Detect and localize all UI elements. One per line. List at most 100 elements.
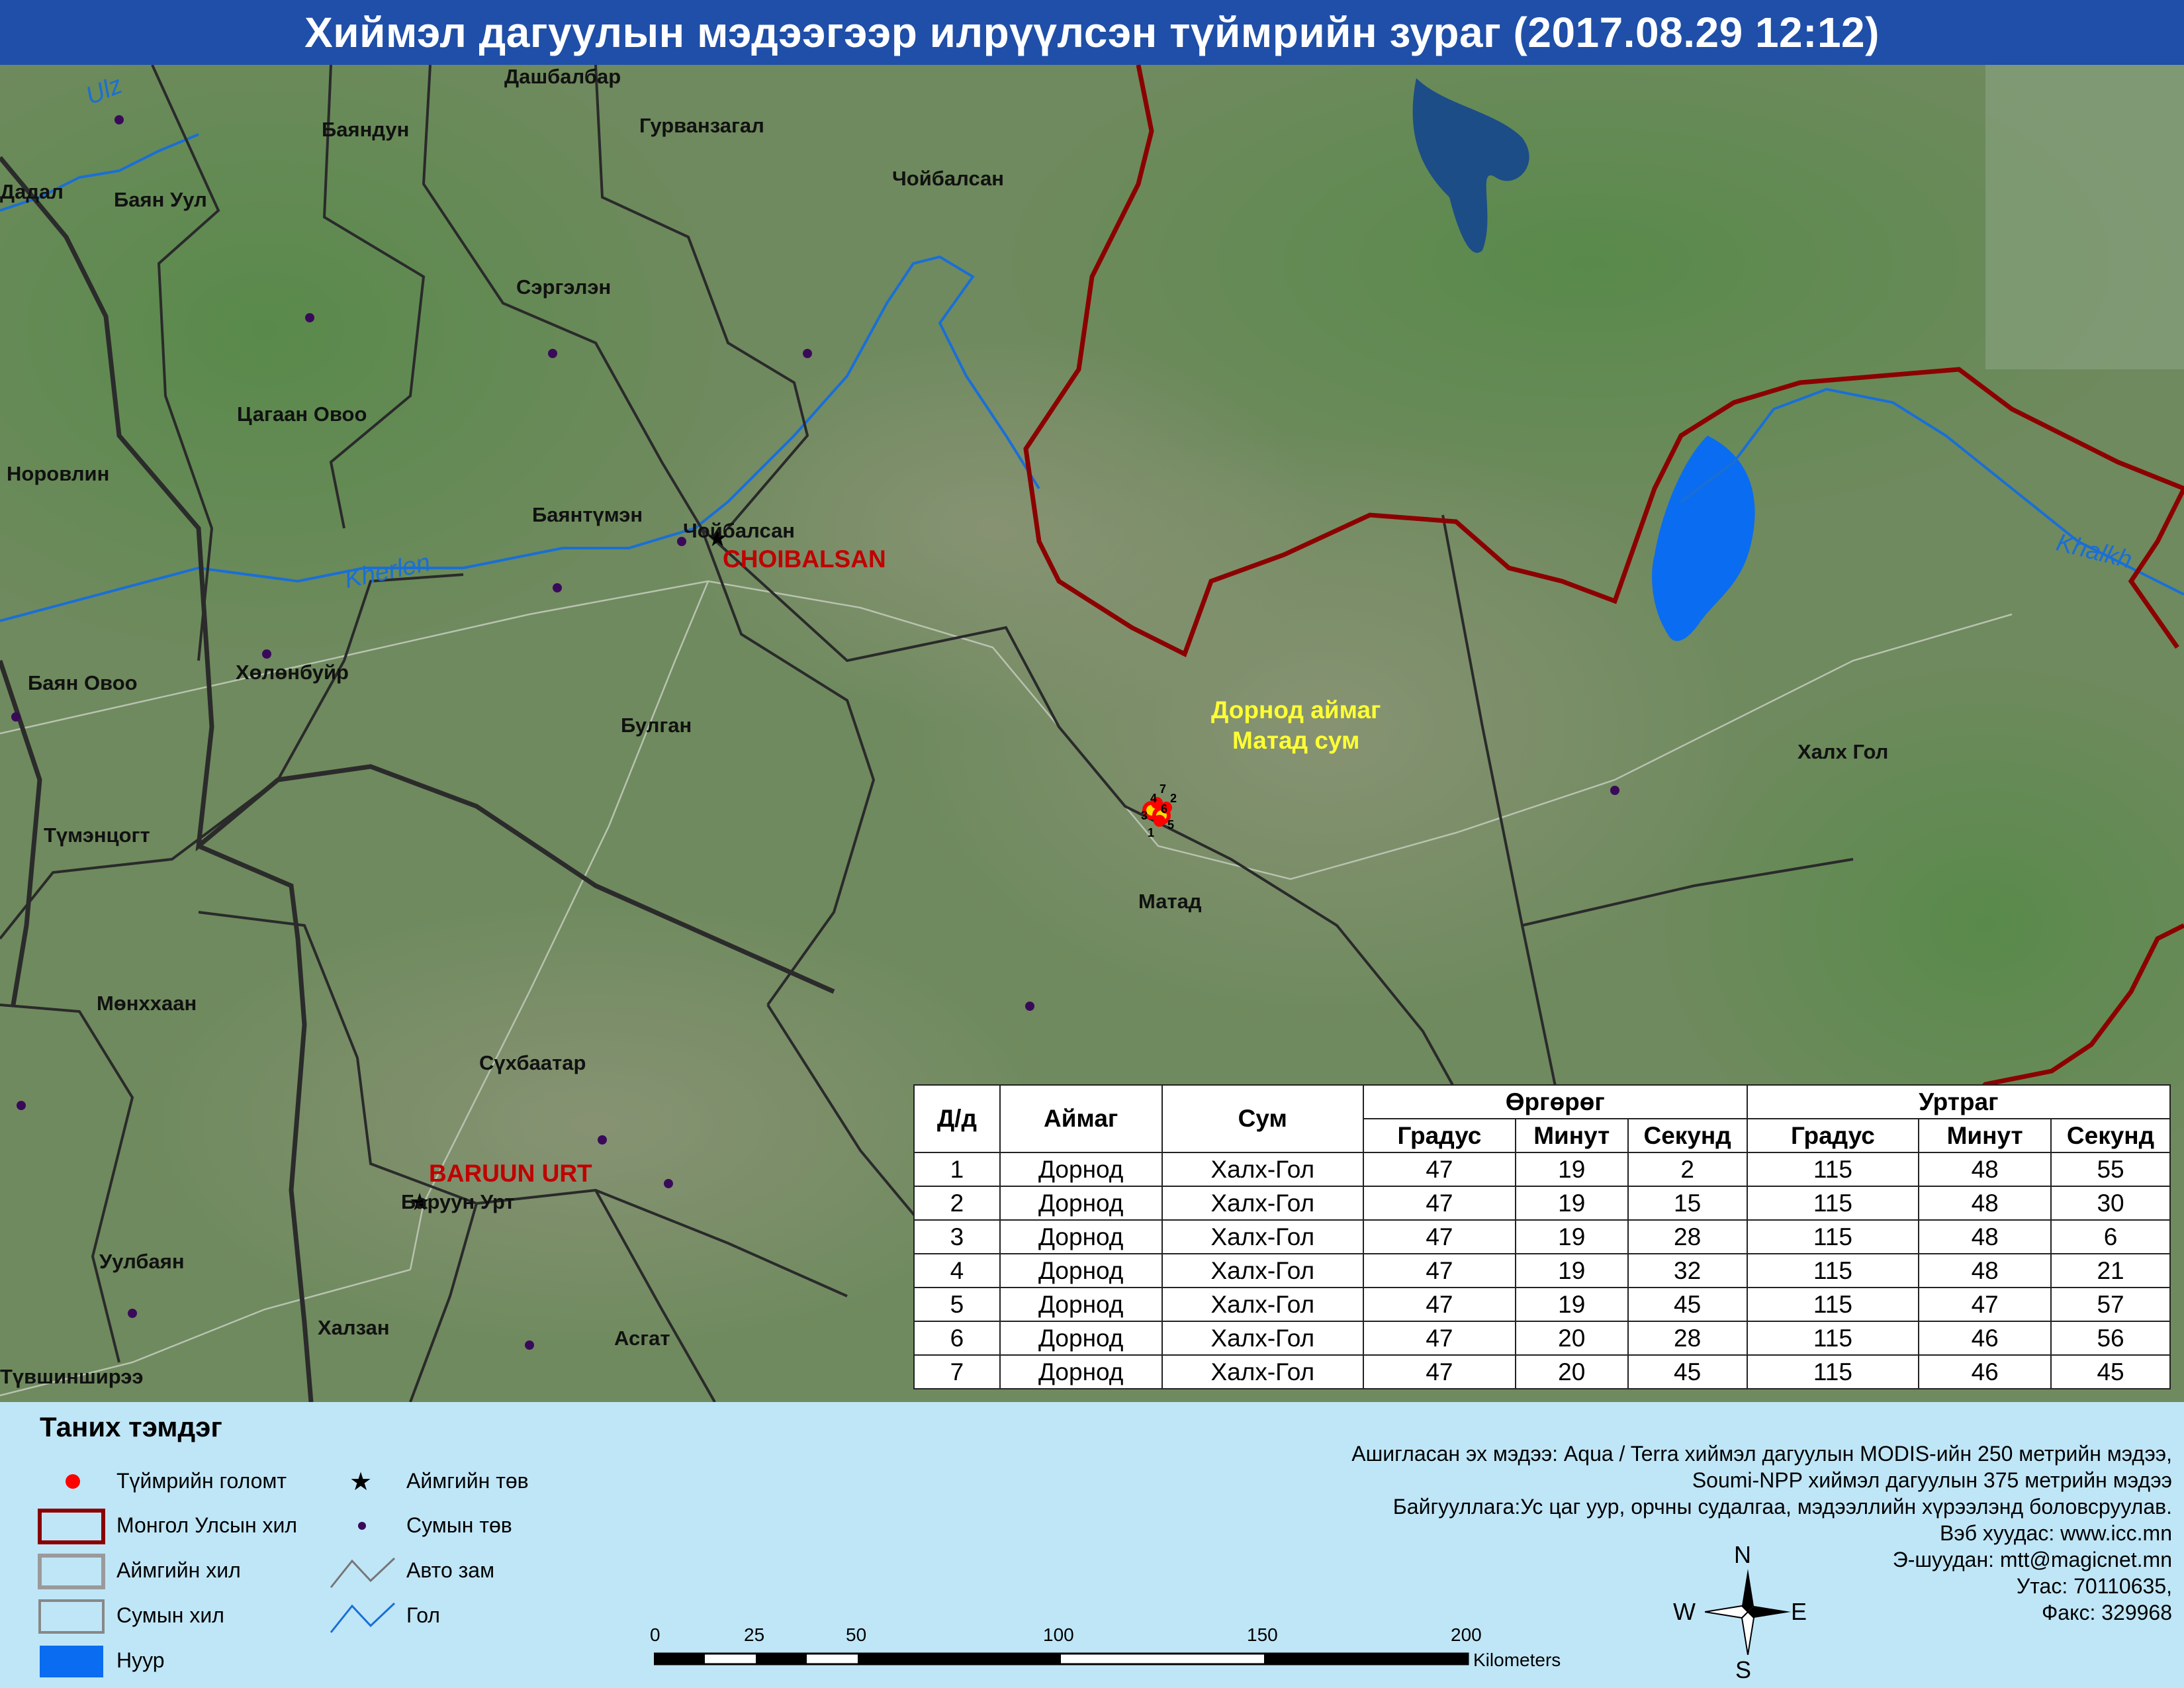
- table-header-row: Д/д Аймаг Сум Өргөрөг Уртраг: [913, 1084, 2171, 1153]
- place-bayan-ovoo: Баян Овоо: [28, 671, 138, 694]
- aimag-center-baruun-urt: BARUUN URT: [429, 1160, 592, 1187]
- place-choibalsan-sum: Чойбалсан: [892, 167, 1005, 190]
- cell: 20: [1514, 1354, 1629, 1389]
- map-document: Хиймэл дагуулын мэдээгээр илрүүлсэн түйм…: [0, 0, 2184, 1688]
- scale-tick-25: 25: [744, 1624, 765, 1645]
- cell: 47: [1363, 1152, 1516, 1187]
- cell: 28: [1627, 1219, 1748, 1254]
- scale-tick-0: 0: [650, 1624, 660, 1645]
- cell: 5: [913, 1287, 1001, 1322]
- place-tuvshinshiree: Түвшинширээ: [0, 1365, 144, 1388]
- scale-tick-200: 200: [1451, 1624, 1482, 1645]
- legend-aimag-center: Аймгийн төв: [406, 1469, 529, 1493]
- cell: 32: [1627, 1253, 1748, 1288]
- col-aimag: Аймаг: [999, 1084, 1163, 1153]
- cell: Дорнод: [999, 1152, 1163, 1187]
- cell: 20: [1514, 1321, 1629, 1356]
- cell: Дорнод: [999, 1219, 1163, 1254]
- place-dashbalbar: Дашбалбар: [504, 65, 621, 88]
- source-line-6: Утас: 70110635,: [2016, 1574, 2172, 1598]
- cell: 46: [1918, 1354, 2052, 1389]
- source-line-1: Ашигласан эх мэдээ: Aqua / Terra хиймэл …: [1351, 1442, 2172, 1466]
- col-sum: Сум: [1161, 1084, 1365, 1153]
- cell: Халх-Гол: [1161, 1152, 1365, 1187]
- lake-symbol: [40, 1646, 103, 1677]
- fire-coordinates-table: Д/д Аймаг Сум Өргөрөг Уртраг Градус Мину…: [913, 1084, 2171, 1389]
- cell: Дорнод: [999, 1287, 1163, 1322]
- cell: Дорнод: [999, 1321, 1163, 1356]
- legend-aimag-border: Аймгийн хил: [116, 1558, 241, 1582]
- cell: 46: [1918, 1321, 2052, 1356]
- cell: 19: [1514, 1186, 1629, 1221]
- cell: 19: [1514, 1253, 1629, 1288]
- legend-road: Авто зам: [406, 1558, 495, 1582]
- compass-e: E: [1791, 1598, 1807, 1625]
- col-lon-sec: Секунд: [2050, 1118, 2171, 1153]
- cell: 47: [1363, 1219, 1516, 1254]
- fire-point: [1154, 815, 1165, 827]
- scale-tick-50: 50: [846, 1624, 867, 1645]
- cell: 115: [1746, 1287, 1920, 1322]
- fire-label: 3: [1141, 809, 1148, 822]
- highlight-aimag: Дорнод аймаг: [1211, 696, 1381, 724]
- col-lon-deg: Градус: [1746, 1118, 1920, 1153]
- place-sergelen: Сэргэлэн: [516, 275, 612, 299]
- fire-label: 7: [1160, 782, 1167, 796]
- cell: 3: [913, 1219, 1001, 1254]
- cell: 47: [1363, 1354, 1516, 1389]
- cell: 115: [1746, 1219, 1920, 1254]
- cell: 48: [1918, 1253, 2052, 1288]
- cell: 45: [2050, 1354, 2171, 1389]
- place-sukhbaatar: Сүхбаатар: [479, 1051, 586, 1074]
- place-bayantumen: Баянтүмэн: [532, 503, 643, 526]
- terrain-patch: [1985, 65, 2184, 369]
- cell: 45: [1627, 1287, 1748, 1322]
- col-lat-min: Минут: [1514, 1118, 1629, 1153]
- fire-label: 1: [1148, 826, 1155, 839]
- cell: 47: [1363, 1186, 1516, 1221]
- river-icon: [330, 1602, 396, 1633]
- cell: 55: [2050, 1152, 2171, 1187]
- cell: 48: [1918, 1186, 2052, 1221]
- cell: 4: [913, 1253, 1001, 1288]
- state-border-symbol: [38, 1509, 105, 1544]
- cell: 115: [1746, 1253, 1920, 1288]
- col-lat-sec: Секунд: [1627, 1118, 1748, 1153]
- cell: 47: [1363, 1253, 1516, 1288]
- place-bayan-uul: Баян Уул: [114, 188, 207, 211]
- place-khalkh-gol: Халх Гол: [1797, 740, 1889, 763]
- fire-label: 5: [1167, 818, 1175, 831]
- aimag-border-symbol: [38, 1554, 105, 1589]
- legend-fire: Түймрийн голомт: [116, 1469, 287, 1493]
- legend-sum-center: Сумын төв: [406, 1513, 512, 1537]
- cell: 30: [2050, 1186, 2171, 1221]
- table-row: 6 Дорнод Халх-Гол 47 20 28 115 46 56: [913, 1321, 2171, 1356]
- road-icon: [330, 1557, 396, 1588]
- cell: Халх-Гол: [1161, 1186, 1365, 1221]
- legend-state-border: Монгол Улсын хил: [116, 1513, 298, 1537]
- cell: Халх-Гол: [1161, 1287, 1365, 1322]
- cell: Дорнод: [999, 1186, 1163, 1221]
- table-row: 5 Дорнод Халх-Гол 47 19 45 115 47 57: [913, 1287, 2171, 1322]
- source-line-7: Факс: 329968: [2041, 1601, 2172, 1624]
- scale-tick-150: 150: [1247, 1624, 1278, 1645]
- place-bulgan: Булган: [621, 714, 692, 737]
- place-munkhkhaan: Мөнххаан: [97, 992, 197, 1015]
- place-baruun-urt-sum: Баруун Урт: [401, 1190, 515, 1213]
- legend-river: Гол: [406, 1603, 440, 1627]
- compass-rose-icon: [1705, 1569, 1791, 1655]
- source-line-3: Байгууллага:Ус цаг уур, орчны судалгаа, …: [1392, 1495, 2172, 1519]
- col-lon-min: Минут: [1918, 1118, 2052, 1153]
- map-title: Хиймэл дагуулын мэдээгээр илрүүлсэн түйм…: [0, 0, 2184, 65]
- cell: Дорнод: [999, 1253, 1163, 1288]
- cell: 2: [913, 1186, 1001, 1221]
- compass-s: S: [1735, 1656, 1752, 1683]
- cell: Халх-Гол: [1161, 1321, 1365, 1356]
- cell: 57: [2050, 1287, 2171, 1322]
- cell: 19: [1514, 1287, 1629, 1322]
- scale-bar: [654, 1652, 1469, 1665]
- cell: 15: [1627, 1186, 1748, 1221]
- table-row: 3 Дорнод Халх-Гол 47 19 28 115 48 6: [913, 1219, 2171, 1254]
- cell: 48: [1918, 1152, 2052, 1187]
- compass-w: W: [1673, 1598, 1696, 1625]
